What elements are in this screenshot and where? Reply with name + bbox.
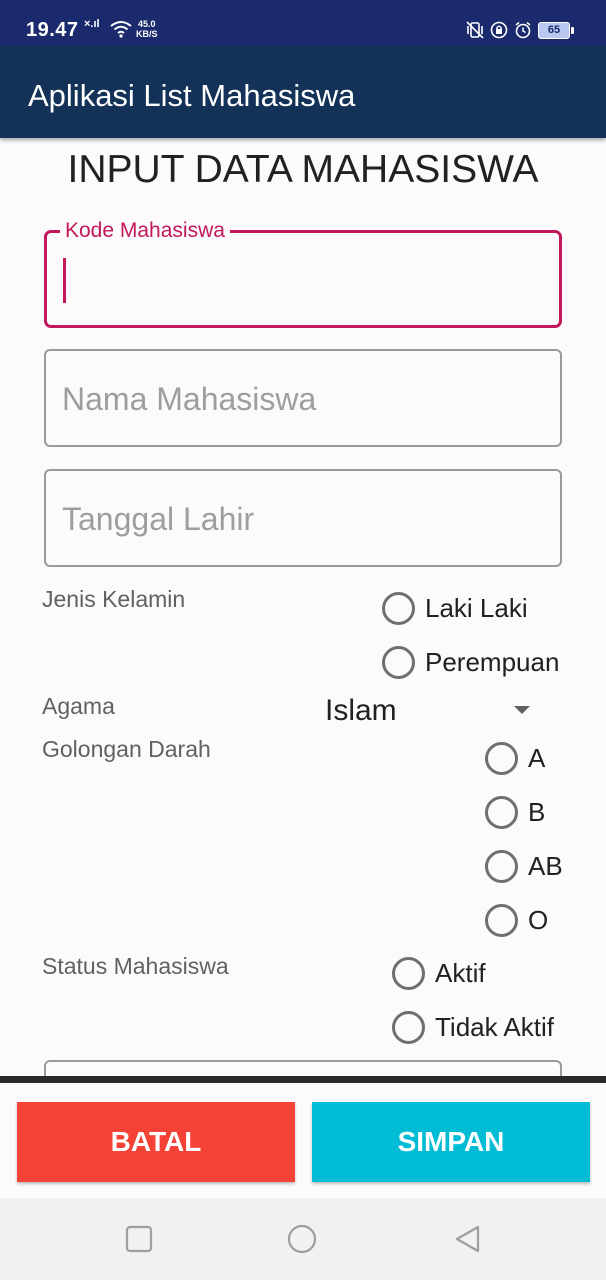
radio-gol-a[interactable]: A: [485, 738, 545, 778]
app-bar: Aplikasi List Mahasiswa: [0, 46, 606, 138]
tanggal-lahir-input[interactable]: [62, 499, 542, 539]
agama-dropdown[interactable]: Islam: [314, 688, 546, 732]
radio-label: AB: [528, 850, 563, 881]
radio-button[interactable]: [485, 903, 518, 937]
net-speed-value: 45.0: [137, 19, 156, 29]
status-icons: 65: [466, 20, 574, 40]
navigation-bar: [0, 1198, 606, 1280]
nama-mahasiswa-field[interactable]: [44, 349, 562, 447]
radio-aktif[interactable]: Aktif: [392, 953, 486, 993]
radio-label: O: [528, 904, 549, 935]
radio-gol-o[interactable]: O: [485, 900, 548, 940]
battery-icon: 65: [538, 21, 574, 39]
agama-label: Agama: [42, 693, 115, 719]
nama-mahasiswa-input[interactable]: [62, 379, 542, 419]
status-time: 19.47: [26, 19, 79, 41]
alarm-icon: [515, 21, 531, 39]
batal-button[interactable]: BATAL: [17, 1102, 295, 1182]
square-icon[interactable]: [124, 1224, 154, 1254]
wifi-icon: [110, 21, 132, 38]
tanggal-lahir-field[interactable]: [44, 469, 562, 567]
kode-mahasiswa-input[interactable]: [63, 263, 543, 303]
radio-button[interactable]: [392, 956, 425, 990]
radio-perempuan[interactable]: Perempuan: [382, 642, 559, 682]
radio-tidak-aktif[interactable]: Tidak Aktif: [392, 1007, 554, 1047]
lock-icon: [490, 21, 508, 39]
radio-button[interactable]: [485, 741, 518, 775]
dropdown-arrow-icon: [514, 706, 530, 714]
vibrate-icon: [466, 21, 484, 39]
circle-icon[interactable]: [287, 1224, 317, 1254]
jenis-kelamin-label: Jenis Kelamin: [42, 586, 186, 612]
radio-label: Perempuan: [425, 646, 560, 677]
radio-button[interactable]: [382, 591, 415, 625]
radio-label: Aktif: [435, 957, 486, 988]
status-mahasiswa-label: Status Mahasiswa: [42, 953, 229, 979]
triangle-back-icon[interactable]: [453, 1224, 483, 1254]
radio-gol-b[interactable]: B: [485, 792, 545, 832]
radio-label: A: [528, 742, 546, 773]
screen: 19.47 ×.ıl 45.0 KB/S 65 Aplikasi List Ma…: [0, 0, 606, 1280]
radio-button[interactable]: [392, 1010, 425, 1044]
radio-label: Tidak Aktif: [435, 1011, 554, 1042]
status-bar: 19.47 ×.ıl 45.0 KB/S 65: [0, 0, 606, 46]
kode-mahasiswa-field[interactable]: Kode Mahasiswa: [44, 219, 562, 328]
radio-gol-ab[interactable]: AB: [485, 846, 563, 886]
radio-button[interactable]: [485, 795, 518, 829]
simpan-button[interactable]: SIMPAN: [312, 1102, 590, 1182]
radio-laki-laki[interactable]: Laki Laki: [382, 588, 528, 628]
radio-label: Laki Laki: [425, 592, 528, 623]
page-title: INPUT DATA MAHASISWA: [67, 148, 539, 191]
radio-label: B: [528, 796, 546, 827]
radio-button[interactable]: [382, 645, 415, 679]
signal-icon: ×.ıl: [84, 18, 100, 30]
radio-button[interactable]: [485, 849, 518, 883]
kode-mahasiswa-label: Kode Mahasiswa: [60, 219, 230, 243]
net-speed: 45.0 KB/S: [136, 19, 158, 39]
app-title: Aplikasi List Mahasiswa: [28, 78, 356, 113]
net-speed-unit: KB/S: [136, 29, 158, 39]
golongan-darah-label: Golongan Darah: [42, 736, 211, 762]
agama-selected-value: Islam: [325, 694, 397, 727]
